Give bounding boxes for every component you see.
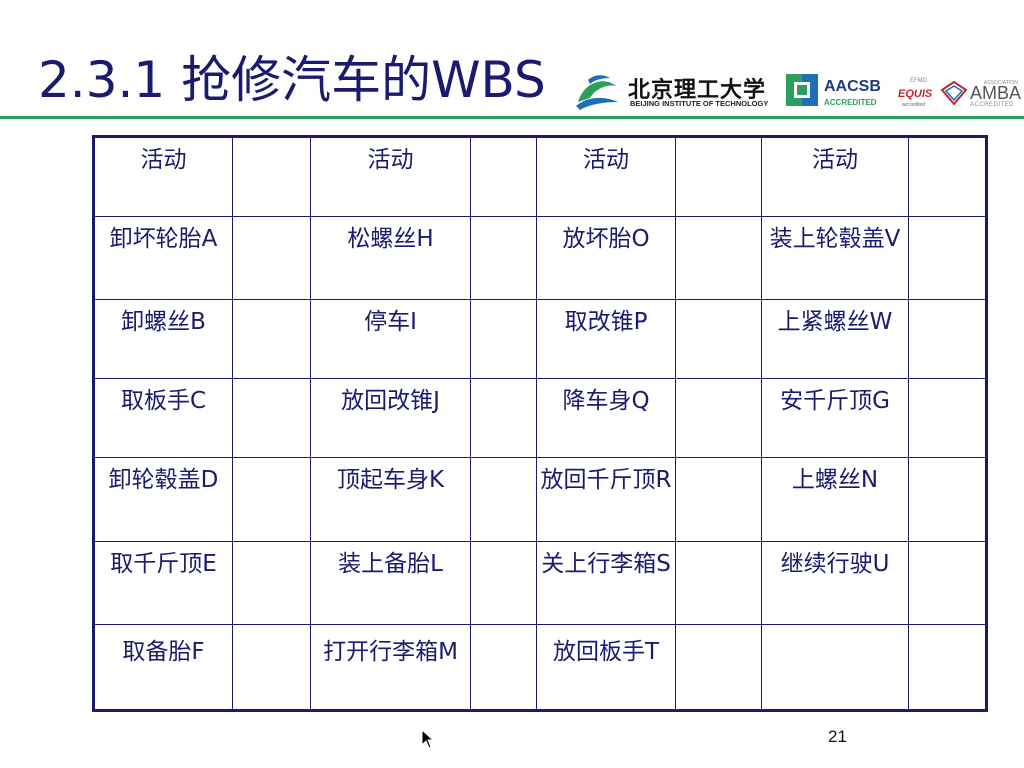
table-row: 卸坏轮胎A 松螺丝H 放坏胎O 装上轮毂盖V	[93, 216, 987, 300]
table-cell	[675, 378, 762, 458]
table-row: 取板手C 放回改锥J 降车身Q 安千斤顶G	[93, 378, 987, 458]
activity-cell: 卸螺丝B	[93, 299, 233, 379]
title-underline	[0, 116, 1024, 119]
table-cell	[470, 216, 537, 300]
activity-cell: 停车I	[310, 299, 471, 379]
table-row: 取备胎F 打开行李箱M 放回板手T	[93, 624, 987, 711]
efmd-label: EFMD	[910, 78, 927, 84]
activity-cell: 装上轮毂盖V	[761, 216, 909, 300]
table-row: 取千斤顶E 装上备胎L 关上行李箱S 继续行驶U	[93, 541, 987, 625]
bit-name-en: BEIJING INSTITUTE OF TECHNOLOGY	[630, 99, 769, 108]
header-cell: 活动	[761, 136, 909, 217]
activity-cell: 继续行驶U	[761, 541, 909, 625]
header-cell	[675, 136, 762, 217]
activity-cell: 放坏胎O	[536, 216, 676, 300]
activity-cell	[761, 624, 909, 711]
activity-cell: 放回千斤顶R	[536, 457, 676, 542]
table-cell	[908, 378, 987, 458]
table-cell	[232, 541, 311, 625]
table-cell	[675, 624, 762, 711]
table-cell	[232, 299, 311, 379]
activity-cell: 取板手C	[93, 378, 233, 458]
activity-cell: 卸轮毂盖D	[93, 457, 233, 542]
activity-cell: 顶起车身K	[310, 457, 471, 542]
activity-cell: 卸坏轮胎A	[93, 216, 233, 300]
header-cell: 活动	[536, 136, 676, 217]
table-cell	[908, 624, 987, 711]
table-header-row: 活动 活动 活动 活动	[93, 136, 987, 217]
table-cell	[908, 299, 987, 379]
activity-cell: 上紧螺丝W	[761, 299, 909, 379]
activity-cell: 放回改锥J	[310, 378, 471, 458]
table-cell	[232, 624, 311, 711]
table-cell	[675, 299, 762, 379]
activity-cell: 打开行李箱M	[310, 624, 471, 711]
school-emblem-icon	[786, 74, 818, 106]
bit-globe-logo-icon	[576, 75, 618, 110]
activity-cell: 安千斤顶G	[761, 378, 909, 458]
table-cell	[470, 457, 537, 542]
table-cell	[470, 624, 537, 711]
page-number: 21	[828, 727, 847, 746]
activity-cell: 装上备胎L	[310, 541, 471, 625]
header-cell: 活动	[310, 136, 471, 217]
table-cell	[675, 457, 762, 542]
amba-logo: AMBA	[970, 83, 1022, 103]
activity-cell: 关上行李箱S	[536, 541, 676, 625]
activity-cell: 松螺丝H	[310, 216, 471, 300]
table-cell	[470, 299, 537, 379]
table-cell	[675, 216, 762, 300]
table-cell	[675, 541, 762, 625]
table-cell	[908, 457, 987, 542]
activity-cell: 上螺丝N	[761, 457, 909, 542]
table-cell	[232, 457, 311, 542]
amba-diamond-icon	[940, 80, 968, 106]
header-cell: 活动	[93, 136, 233, 217]
activity-cell: 取备胎F	[93, 624, 233, 711]
header-cell	[908, 136, 987, 217]
header-cell	[470, 136, 537, 217]
aacsb-accredited: ACCREDITED	[824, 98, 877, 107]
equis-accredited: accredited	[902, 102, 926, 108]
aacsb-logo: AACSB	[824, 78, 881, 95]
header-cell	[232, 136, 311, 217]
table-cell	[470, 378, 537, 458]
equis-logo: EQUIS	[898, 88, 933, 100]
table-cell	[908, 216, 987, 300]
wbs-table: 活动 活动 活动 活动 卸坏轮胎A 松螺丝H 放坏胎O 装上轮毂盖V 卸螺丝B …	[92, 135, 988, 712]
activity-cell: 取千斤顶E	[93, 541, 233, 625]
activity-cell: 降车身Q	[536, 378, 676, 458]
table-cell	[232, 216, 311, 300]
mouse-pointer-icon	[421, 729, 435, 749]
table-row: 卸轮毂盖D 顶起车身K 放回千斤顶R 上螺丝N	[93, 457, 987, 542]
slide-title: 2.3.1 抢修汽车的WBS	[38, 51, 546, 109]
activity-cell: 放回板手T	[536, 624, 676, 711]
table-cell	[908, 541, 987, 625]
logo-bar: 北京理工大学 BEIJING INSTITUTE OF TECHNOLOGY A…	[572, 66, 1024, 116]
table-cell	[232, 378, 311, 458]
amba-accredited: ACCREDITED	[970, 102, 1015, 108]
table-row: 卸螺丝B 停车I 取改锥P 上紧螺丝W	[93, 299, 987, 379]
activity-cell: 取改锥P	[536, 299, 676, 379]
table-cell	[470, 541, 537, 625]
